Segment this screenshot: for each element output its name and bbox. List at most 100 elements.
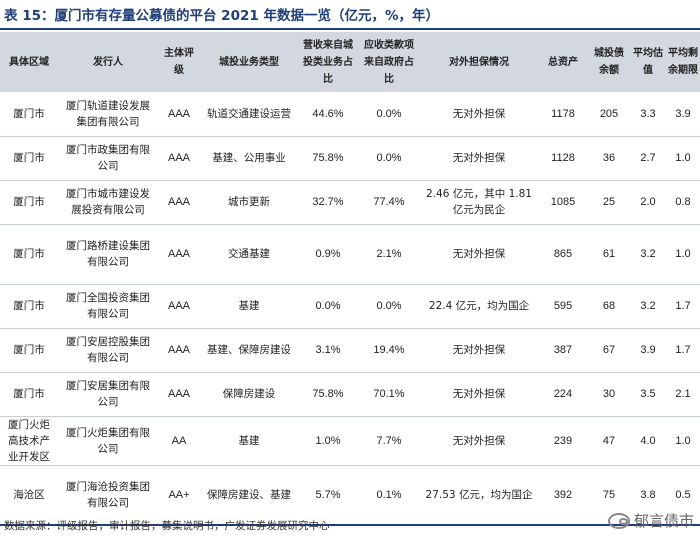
table-cell: 厦门轨道建设发展集团有限公司 xyxy=(58,92,158,137)
column-header: 主体评级 xyxy=(158,32,200,92)
table-cell: 厦门安居集团有限公司 xyxy=(58,372,158,417)
table-cell: 3.1% xyxy=(298,328,358,373)
table-row: 厦门市 厦门路桥建设集团有限公司 AAA 交通基建 0.9% 2.1% 无对外担保 865 61… xyxy=(0,224,700,285)
table-cell: 1.7 xyxy=(666,284,700,329)
platform-data-table: 具体区域 发行人 主体评级 城投业务类型 营收来自城投类业务占比 应收类款项来自政府占比对… xyxy=(0,32,700,526)
table-cell: 基建 xyxy=(200,284,298,329)
watermark-text: 郁言债市 xyxy=(633,512,694,530)
table-cell: 61 xyxy=(588,224,630,285)
column-header: 平均估值 xyxy=(630,32,666,92)
table-cell: 1085 xyxy=(538,180,588,225)
table-cell: AAA xyxy=(158,328,200,373)
table-cell: AA xyxy=(158,416,200,466)
table-cell: 25 xyxy=(588,180,630,225)
table-cell: 44.6% xyxy=(298,92,358,137)
table-cell: 205 xyxy=(588,92,630,137)
column-header: 营收来自城投类业务占比 xyxy=(298,32,358,92)
table-cell: 厦门市城市建设发展投资有限公司 xyxy=(58,180,158,225)
table-cell: 厦门市政集团有限公司 xyxy=(58,136,158,181)
title-divider xyxy=(0,28,700,30)
table-cell: 392 xyxy=(538,465,588,526)
column-header: 具体区域 xyxy=(0,32,58,92)
table-cell: 224 xyxy=(538,372,588,417)
table-cell: 3.5 xyxy=(630,372,666,417)
table-cell: 27.53 亿元，均为国企 xyxy=(420,465,538,526)
table-cell: 239 xyxy=(538,416,588,466)
table-cell: 2.0 xyxy=(630,180,666,225)
column-header: 对外担保情况 xyxy=(420,32,538,92)
table-cell: 厦门路桥建设集团有限公司 xyxy=(58,224,158,285)
table-cell: 22.4 亿元，均为国企 xyxy=(420,284,538,329)
table-row: 海沧区 厦门海沧投资集团有限公司 AA+ 保障房建设、基建 5.7% 0.1% 27.53 … xyxy=(0,465,700,526)
table-cell: 保障房建设、基建 xyxy=(200,465,298,526)
column-header: 城投债余额 xyxy=(588,32,630,92)
table-cell: 36 xyxy=(588,136,630,181)
table-cell: 厦门市 xyxy=(0,372,58,417)
table-row: 厦门市 厦门市城市建设发展投资有限公司 AAA 城市更新 32.7% 77.4% 2.46 … xyxy=(0,180,700,225)
table-cell: 城市更新 xyxy=(200,180,298,225)
table-row: 厦门市 厦门安居控股集团有限公司 AAA 基建、保障房建设 3.1% 19.4% 无对外担保… xyxy=(0,328,700,373)
table-cell: 0.0% xyxy=(358,284,420,329)
table-cell: 0.0% xyxy=(358,136,420,181)
table-cell: 70.1% xyxy=(358,372,420,417)
table-cell: 厦门市 xyxy=(0,92,58,137)
table-cell: 3.9 xyxy=(666,92,700,137)
table-cell: 0.9% xyxy=(298,224,358,285)
table-cell: 3.9 xyxy=(630,328,666,373)
table-cell: 1.0 xyxy=(666,416,700,466)
table-cell: 无对外担保 xyxy=(420,136,538,181)
table-cell: 厦门市 xyxy=(0,224,58,285)
table-cell: 厦门安居控股集团有限公司 xyxy=(58,328,158,373)
table-cell: 30 xyxy=(588,372,630,417)
table-cell: 1.0 xyxy=(666,224,700,285)
table-cell: 595 xyxy=(538,284,588,329)
table-cell: 865 xyxy=(538,224,588,285)
table-cell: 67 xyxy=(588,328,630,373)
table-cell: AA+ xyxy=(158,465,200,526)
table-cell: 2.1% xyxy=(358,224,420,285)
wechat-icon xyxy=(607,512,630,529)
table-cell: AAA xyxy=(158,224,200,285)
table-cell: 1128 xyxy=(538,136,588,181)
table-cell: 厦门海沧投资集团有限公司 xyxy=(58,465,158,526)
table-cell: 交通基建 xyxy=(200,224,298,285)
table-cell: 3.2 xyxy=(630,224,666,285)
column-header: 发行人 xyxy=(58,32,158,92)
table-cell: 1178 xyxy=(538,92,588,137)
table-cell: 无对外担保 xyxy=(420,224,538,285)
table-cell: 海沧区 xyxy=(0,465,58,526)
table-cell: 387 xyxy=(538,328,588,373)
table-cell: 2.1 xyxy=(666,372,700,417)
table-cell: 2.7 xyxy=(630,136,666,181)
column-header: 应收类款项来自政府占比 xyxy=(358,32,420,92)
table-cell: 无对外担保 xyxy=(420,328,538,373)
table-cell: 厦门市 xyxy=(0,180,58,225)
table-cell: 厦门全国投资集团有限公司 xyxy=(58,284,158,329)
table-cell: 77.4% xyxy=(358,180,420,225)
table-cell: 75.8% xyxy=(298,372,358,417)
table-cell: AAA xyxy=(158,372,200,417)
source-note: 数据来源：评级报告，审计报告，募集说明书，广发证券发展研究中心 xyxy=(4,520,330,532)
table-cell: 4.0 xyxy=(630,416,666,466)
table-cell: 1.7 xyxy=(666,328,700,373)
table-cell: 基建、保障房建设 xyxy=(200,328,298,373)
table-cell: AAA xyxy=(158,92,200,137)
table-cell: 轨道交通建设运营 xyxy=(200,92,298,137)
table-row: 厦门市 厦门安居集团有限公司 AAA 保障房建设 75.8% 70.1% 无对外担保 224 3… xyxy=(0,372,700,417)
table-row: 厦门火炬高技术产业开发区 厦门火炬集团有限公司 AA 基建 1.0% 7.7% 无对外担保 2… xyxy=(0,416,700,466)
table-body: 厦门市 厦门轨道建设发展集团有限公司 AAA 轨道交通建设运营 44.6% 0.0% 无对外… xyxy=(0,92,700,526)
table-title: 表 15：厦门市有存量公募债的平台 2021 年数据一览（亿元，%，年） xyxy=(4,8,439,24)
table-cell: 19.4% xyxy=(358,328,420,373)
column-header: 平均剩余期限 xyxy=(666,32,700,92)
table-row: 厦门市 厦门市政集团有限公司 AAA 基建、公用事业 75.8% 0.0% 无对外担保 112… xyxy=(0,136,700,181)
table-cell: 保障房建设 xyxy=(200,372,298,417)
table-cell: 3.2 xyxy=(630,284,666,329)
table-cell: 无对外担保 xyxy=(420,92,538,137)
table-cell: 68 xyxy=(588,284,630,329)
table-cell: 5.7% xyxy=(298,465,358,526)
table-cell: 厦门火炬高技术产业开发区 xyxy=(0,416,58,466)
table-cell: 厦门火炬集团有限公司 xyxy=(58,416,158,466)
table-cell: AAA xyxy=(158,284,200,329)
table-cell: 47 xyxy=(588,416,630,466)
table-cell: 0.8 xyxy=(666,180,700,225)
